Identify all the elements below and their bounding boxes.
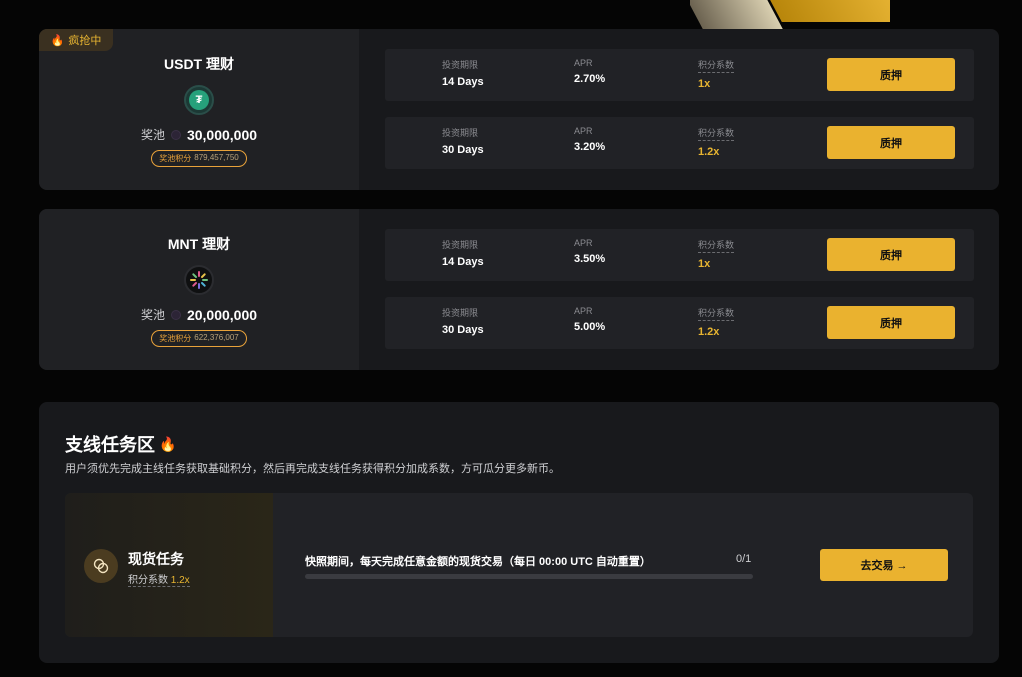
pool-points-label: 奖池积分 (159, 154, 192, 163)
term-row: 投资期限 30 Days APR 5.00% 积分系数 1.2x 质押 (385, 297, 974, 349)
multiplier-label[interactable]: 积分系数 (698, 238, 735, 253)
header-decoration (690, 0, 890, 30)
apr-value: 3.50% (574, 253, 606, 265)
stake-button[interactable]: 质押 (827, 306, 955, 339)
hot-badge: 🔥 疯抢中 (39, 29, 113, 51)
stake-button[interactable]: 质押 (827, 58, 955, 91)
term-value: 30 Days (442, 144, 484, 156)
apr-label: APR (574, 58, 593, 68)
term-label: 投资期限 (442, 128, 479, 138)
term-list: 投资期限 14 Days APR 3.50% 积分系数 1x 质押 投资期限 30 Da… (359, 209, 999, 370)
multiplier-label[interactable]: 积分系数 (698, 58, 735, 73)
prize-pool: 奖池 20,000,000 (141, 306, 257, 323)
term-row: 投资期限 30 Days APR 3.20% 积分系数 1.2x 质押 (385, 117, 974, 169)
product-summary: MNT 理财 奖池 20,000,000 奖池积分 622,376,007 (39, 209, 359, 370)
task-description: 快照期间，每天完成任意金额的现货交易（每日 00:00 UTC 自动重置） (305, 556, 651, 568)
pool-amount: 30,000,000 (186, 126, 258, 143)
multiplier-value: 1.2x (698, 146, 720, 158)
section-title: 支线任务区 🔥 (65, 431, 176, 457)
pool-points-value: 879,457,750 (194, 153, 239, 162)
product-summary: 🔥 疯抢中 USDT 理财 ₮ 奖池 30,000,000 奖池积分 879,4… (39, 29, 359, 190)
fire-icon: 🔥 (159, 435, 177, 452)
task-progress-count: 0/1 (736, 553, 752, 565)
hot-badge-label: 疯抢中 (68, 35, 102, 47)
term-value: 14 Days (442, 76, 484, 88)
apr-value: 2.70% (574, 73, 606, 85)
apr-label: APR (574, 306, 593, 316)
pool-points-badge: 奖池积分 879,457,750 (151, 150, 247, 167)
multiplier-label[interactable]: 积分系数 (698, 306, 735, 321)
pool-points-badge: 奖池积分 622,376,007 (151, 330, 247, 347)
stake-button[interactable]: 质押 (827, 126, 955, 159)
product-title: USDT 理财 (164, 56, 234, 72)
term-label: 投资期限 (442, 240, 479, 250)
term-label: 投资期限 (442, 60, 479, 70)
multiplier-value: 1x (698, 258, 711, 270)
term-list: 投资期限 14 Days APR 2.70% 积分系数 1x 质押 投资期限 30 Da… (359, 29, 999, 190)
term-row: 投资期限 14 Days APR 3.50% 积分系数 1x 质押 (385, 229, 974, 281)
multiplier-label[interactable]: 积分系数 (698, 126, 735, 141)
task-multiplier[interactable]: 积分系数 1.2x (128, 571, 190, 587)
task-name: 现货任务 (128, 551, 184, 567)
fire-icon: 🔥 (50, 34, 65, 47)
prize-pool: 奖池 30,000,000 (141, 126, 257, 143)
product-title: MNT 理财 (167, 236, 231, 252)
pool-label: 奖池 (140, 308, 165, 322)
mantle-icon (184, 265, 214, 295)
section-description: 用户须优先完成主线任务获取基础积分，然后再完成支线任务获得积分加成系数，方可瓜分… (65, 463, 560, 475)
apr-label: APR (574, 238, 593, 248)
section-title-text: 支线任务区 (65, 435, 155, 455)
pool-label: 奖池 (140, 128, 165, 142)
task-progress-bar (305, 574, 753, 579)
pool-points-label: 奖池积分 (159, 334, 192, 343)
term-label: 投资期限 (442, 308, 479, 318)
term-row: 投资期限 14 Days APR 2.70% 积分系数 1x 质押 (385, 49, 974, 101)
task-multiplier-value: 1.2x (170, 575, 190, 586)
task-card-spot: 现货任务 积分系数 1.2x 快照期间，每天完成任意金额的现货交易（每日 00:… (65, 493, 973, 637)
product-card-usdt: 🔥 疯抢中 USDT 理财 ₮ 奖池 30,000,000 奖池积分 879,4… (39, 29, 999, 190)
spot-trade-icon (84, 549, 118, 583)
multiplier-value: 1.2x (698, 326, 720, 338)
product-card-mnt: MNT 理财 奖池 20,000,000 奖池积分 622,376,007 投资… (39, 209, 999, 370)
side-task-section: 支线任务区 🔥 用户须优先完成主线任务获取基础积分，然后再完成支线任务获得积分加… (39, 402, 999, 663)
pool-amount: 20,000,000 (186, 306, 258, 323)
term-value: 14 Days (442, 256, 484, 268)
multiplier-value: 1x (698, 78, 711, 90)
pool-coin-icon (170, 309, 181, 320)
pool-coin-icon (170, 129, 181, 140)
apr-value: 3.20% (574, 141, 606, 153)
term-value: 30 Days (442, 324, 484, 336)
task-multiplier-label: 积分系数 (128, 575, 168, 586)
pool-points-value: 622,376,007 (194, 333, 239, 342)
stake-button[interactable]: 质押 (827, 238, 955, 271)
apr-value: 5.00% (574, 321, 606, 333)
apr-label: APR (574, 126, 593, 136)
tether-icon: ₮ (184, 85, 214, 115)
go-trade-button[interactable]: 去交易 → (820, 549, 948, 581)
